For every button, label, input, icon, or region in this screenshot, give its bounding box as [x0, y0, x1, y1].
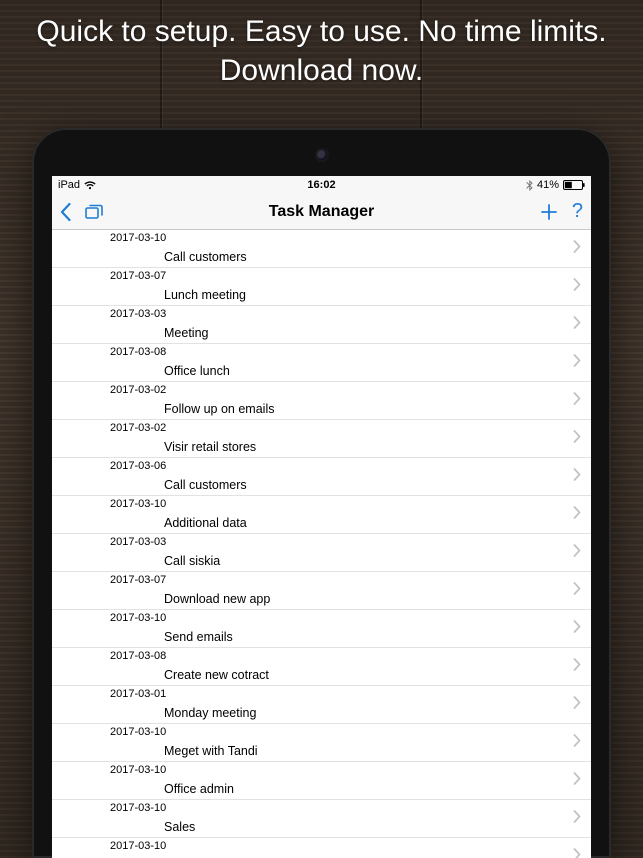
chevron-right-icon — [573, 240, 581, 258]
battery-percent: 41% — [537, 179, 559, 191]
task-date: 2017-03-01 — [110, 688, 166, 700]
task-date: 2017-03-07 — [110, 574, 166, 586]
chevron-right-icon — [573, 430, 581, 448]
task-date: 2017-03-10 — [110, 840, 166, 852]
task-title: Monday meeting — [164, 706, 256, 720]
task-date: 2017-03-10 — [110, 802, 166, 814]
task-date: 2017-03-08 — [110, 650, 166, 662]
task-title: Call siskia — [164, 554, 220, 568]
page-title: Task Manager — [269, 203, 375, 221]
task-row[interactable]: 2017-03-10 Additional data — [52, 496, 591, 534]
chevron-right-icon — [573, 772, 581, 790]
task-title: Sales — [164, 820, 195, 834]
task-title: Meget with Tandi — [164, 744, 258, 758]
chevron-right-icon — [573, 848, 581, 858]
wifi-icon — [84, 181, 96, 190]
task-date: 2017-03-10 — [110, 498, 166, 510]
add-button[interactable] — [540, 203, 558, 221]
bluetooth-icon — [526, 180, 533, 191]
windows-button[interactable] — [85, 204, 103, 220]
ipad-camera — [317, 150, 327, 160]
task-title: Call customers — [164, 478, 247, 492]
chevron-right-icon — [573, 810, 581, 828]
task-date: 2017-03-03 — [110, 536, 166, 548]
task-row[interactable]: 2017-03-03 Call siskia — [52, 534, 591, 572]
task-title: Follow up on emails — [164, 402, 274, 416]
chevron-right-icon — [573, 468, 581, 486]
task-row[interactable]: 2017-03-10 Sales — [52, 800, 591, 838]
chevron-right-icon — [573, 620, 581, 638]
task-row[interactable]: 2017-03-02 Follow up on emails — [52, 382, 591, 420]
task-list: 2017-03-10 Call customers 2017-03-07 Lunch … — [52, 230, 591, 858]
help-button[interactable]: ? — [572, 200, 583, 223]
task-date: 2017-03-10 — [110, 726, 166, 738]
task-title: Meeting — [164, 326, 208, 340]
task-date: 2017-03-03 — [110, 308, 166, 320]
task-title: Visir retail stores — [164, 440, 256, 454]
task-row[interactable]: 2017-03-08 Create new cotract — [52, 648, 591, 686]
task-row[interactable]: 2017-03-10Lunch with office — [52, 838, 591, 858]
chevron-right-icon — [573, 734, 581, 752]
status-bar: iPad 16:02 41% — [52, 176, 591, 194]
task-date: 2017-03-07 — [110, 270, 166, 282]
task-date: 2017-03-10 — [110, 232, 166, 244]
task-title: Download new app — [164, 592, 270, 606]
ipad-device-frame: iPad 16:02 41% — [32, 128, 611, 858]
task-title: Lunch meeting — [164, 288, 246, 302]
marketing-headline: Quick to setup. Easy to use. No time lim… — [0, 12, 643, 90]
task-row[interactable]: 2017-03-10 Meget with Tandi — [52, 724, 591, 762]
chevron-right-icon — [573, 544, 581, 562]
task-date: 2017-03-02 — [110, 384, 166, 396]
task-title: Call customers — [164, 250, 247, 264]
task-date: 2017-03-08 — [110, 346, 166, 358]
window-stack-icon — [85, 204, 103, 220]
chevron-right-icon — [573, 582, 581, 600]
navigation-bar: Task Manager ? — [52, 194, 591, 230]
task-title: Office admin — [164, 782, 234, 796]
task-title: Send emails — [164, 630, 233, 644]
chevron-right-icon — [573, 278, 581, 296]
task-date: 2017-03-10 — [110, 764, 166, 776]
task-date: 2017-03-10 — [110, 612, 166, 624]
task-date: 2017-03-02 — [110, 422, 166, 434]
task-row[interactable]: 2017-03-06 Call customers — [52, 458, 591, 496]
task-row[interactable]: 2017-03-02 Visir retail stores — [52, 420, 591, 458]
ipad-screen: iPad 16:02 41% — [52, 176, 591, 858]
task-title: Additional data — [164, 516, 247, 530]
task-row[interactable]: 2017-03-03 Meeting — [52, 306, 591, 344]
task-title: Office lunch — [164, 364, 230, 378]
battery-icon — [563, 180, 585, 190]
device-label: iPad — [58, 179, 80, 191]
task-row[interactable]: 2017-03-01 Monday meeting — [52, 686, 591, 724]
chevron-right-icon — [573, 392, 581, 410]
back-button[interactable] — [60, 203, 71, 221]
task-row[interactable]: 2017-03-07 Lunch meeting — [52, 268, 591, 306]
plus-icon — [540, 203, 558, 221]
chevron-right-icon — [573, 696, 581, 714]
clock-time: 16:02 — [307, 179, 335, 191]
task-date: 2017-03-06 — [110, 460, 166, 472]
task-row[interactable]: 2017-03-07 Download new app — [52, 572, 591, 610]
chevron-right-icon — [573, 354, 581, 372]
task-row[interactable]: 2017-03-10 Send emails — [52, 610, 591, 648]
task-title: Create new cotract — [164, 668, 269, 682]
chevron-right-icon — [573, 316, 581, 334]
task-row[interactable]: 2017-03-08 Office lunch — [52, 344, 591, 382]
task-row[interactable]: 2017-03-10 Office admin — [52, 762, 591, 800]
chevron-left-icon — [60, 203, 71, 221]
chevron-right-icon — [573, 506, 581, 524]
task-row[interactable]: 2017-03-10 Call customers — [52, 230, 591, 268]
chevron-right-icon — [573, 658, 581, 676]
